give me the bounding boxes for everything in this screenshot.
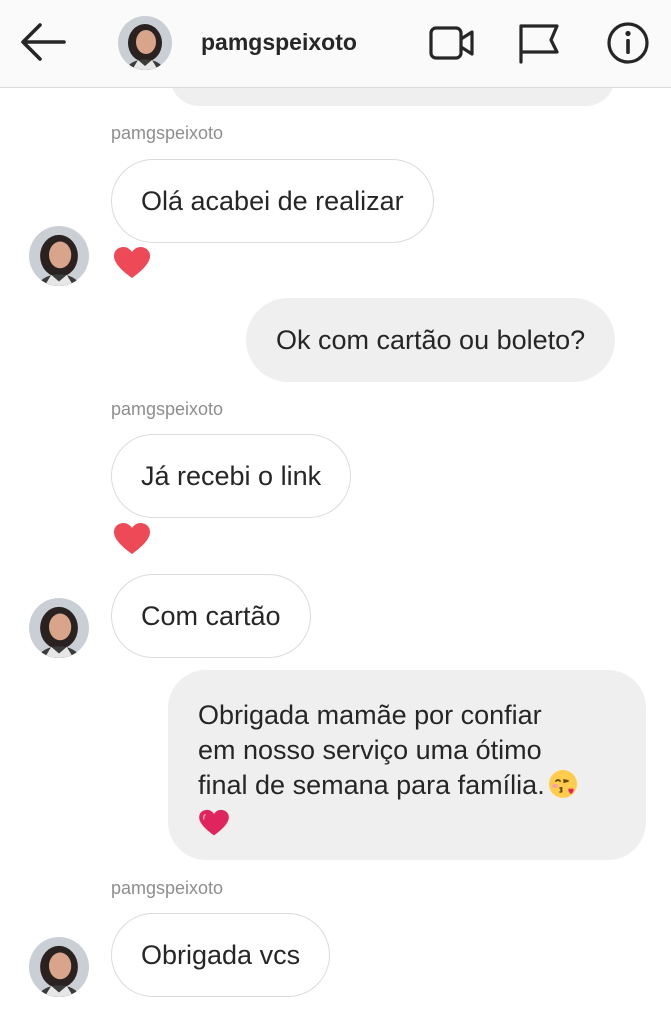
sender-avatar[interactable] xyxy=(29,226,89,286)
heart-reaction-icon[interactable] xyxy=(113,246,151,280)
message-line: em nosso serviço uma ótimo xyxy=(198,735,542,765)
sender-name: pamgspeixoto xyxy=(111,878,224,898)
incoming-message-bubble[interactable]: Já recebi o link xyxy=(111,434,352,518)
message-line: final de semana para família. xyxy=(198,770,545,800)
sender-name: pamgspeixoto xyxy=(111,123,224,143)
video-call-icon[interactable] xyxy=(428,20,476,66)
message-line: Obrigada mamãe por confiar xyxy=(198,700,542,730)
sender-avatar[interactable] xyxy=(29,598,89,658)
flag-icon[interactable] xyxy=(515,20,563,66)
message-text: Ok com cartão ou boleto? xyxy=(276,324,586,355)
chat-header: pamgspeixoto xyxy=(0,0,671,88)
outgoing-message-bubble[interactable]: Ok com cartão ou boleto? xyxy=(246,298,616,382)
message-thread[interactable]: pamgspeixoto Olá acabei de realizar Ok c… xyxy=(0,88,671,1024)
header-username[interactable]: pamgspeixoto xyxy=(201,29,357,56)
info-icon[interactable] xyxy=(604,20,652,66)
message-text: Com cartão xyxy=(141,600,281,631)
red-heart-emoji-icon xyxy=(198,809,230,837)
sender-avatar[interactable] xyxy=(29,937,89,997)
previous-message-bubble xyxy=(170,88,615,106)
message-line-emoji xyxy=(198,803,616,838)
heart-reaction-icon[interactable] xyxy=(113,522,151,556)
message-text: Obrigada vcs xyxy=(141,939,301,970)
sender-name: pamgspeixoto xyxy=(111,399,224,419)
kissing-face-emoji-icon xyxy=(547,768,579,800)
incoming-message-bubble[interactable]: Com cartão xyxy=(111,574,311,658)
outgoing-message-bubble[interactable]: Obrigada mamãe por confiar em nosso serv… xyxy=(168,670,646,860)
incoming-message-bubble[interactable]: Obrigada vcs xyxy=(111,913,331,997)
back-arrow-icon[interactable] xyxy=(18,20,68,64)
message-text: Olá acabei de realizar xyxy=(141,185,404,216)
message-line-with-emoji: final de semana para família. xyxy=(198,768,616,803)
incoming-message-bubble[interactable]: Olá acabei de realizar xyxy=(111,159,434,243)
header-avatar[interactable] xyxy=(118,16,172,70)
message-text: Já recebi o link xyxy=(141,460,322,491)
